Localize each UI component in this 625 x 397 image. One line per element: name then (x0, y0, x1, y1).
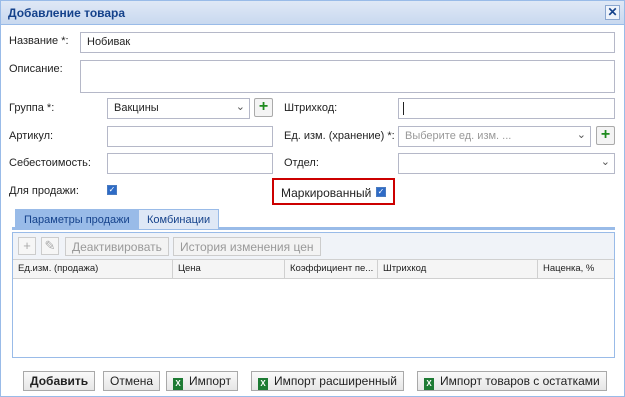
group-label: Группа *: (9, 102, 55, 114)
sale-params-panel: + ✎ Деактивировать История изменения цен… (12, 232, 615, 358)
excel-icon: X (424, 378, 434, 390)
for-sale-checkbox[interactable]: ✓ (107, 185, 117, 195)
import-extended-button[interactable]: X Импорт расширенный (251, 371, 404, 391)
excel-icon: X (173, 378, 183, 390)
unit-select[interactable]: Выберите ед. изм. ... ⌄ (398, 126, 591, 147)
unit-placeholder: Выберите ед. изм. ... (405, 130, 512, 142)
deactivate-button[interactable]: Деактивировать (65, 237, 169, 256)
group-select[interactable]: Вакцины ⌄ (107, 98, 250, 119)
for-sale-label: Для продажи: (9, 185, 79, 197)
name-value: Нобивак (87, 36, 131, 48)
column-header[interactable]: Наценка, % (538, 260, 614, 278)
column-header[interactable]: Штрихкод (378, 260, 538, 278)
cost-label: Себестоимость: (9, 157, 91, 169)
chevron-down-icon: ⌄ (576, 129, 586, 141)
price-history-button[interactable]: История изменения цен (173, 237, 321, 256)
dialog-titlebar: Добавление товара ✕ (1, 1, 624, 25)
add-icon[interactable]: + (18, 237, 36, 255)
import-label: Импорт (189, 374, 231, 388)
excel-icon: X (258, 378, 268, 390)
tab-bar: Параметры продажи Комбинации (12, 209, 615, 230)
barcode-input[interactable] (398, 98, 615, 119)
description-label: Описание: (9, 63, 63, 75)
dialog-title: Добавление товара (8, 6, 126, 20)
name-label: Название *: (9, 35, 69, 47)
grid-toolbar: + ✎ Деактивировать История изменения цен (13, 233, 614, 260)
text-cursor (403, 102, 404, 115)
column-header[interactable]: Цена (173, 260, 285, 278)
add-unit-button[interactable]: + (596, 126, 615, 145)
add-button[interactable]: Добавить (23, 371, 96, 391)
close-icon[interactable]: ✕ (605, 5, 620, 20)
import-extended-label: Импорт расширенный (274, 374, 397, 388)
cost-input[interactable] (107, 153, 273, 174)
column-header[interactable]: Ед.изм. (продажа) (13, 260, 173, 278)
description-textarea[interactable] (80, 60, 615, 93)
import-stock-button[interactable]: X Импорт товаров с остатками (417, 371, 607, 391)
add-group-button[interactable]: + (254, 98, 273, 117)
add-product-dialog: Добавление товара ✕ Название *: Нобивак … (0, 0, 625, 397)
tab-combinations[interactable]: Комбинации (138, 209, 220, 229)
barcode-label: Штрихкод: (284, 102, 338, 114)
department-label: Отдел: (284, 157, 319, 169)
marked-checkbox[interactable]: ✓ (376, 187, 386, 197)
group-value: Вакцины (114, 102, 159, 114)
marked-label: Маркированный (281, 186, 372, 200)
grid-header: Ед.изм. (продажа) Цена Коэффициент пе...… (13, 260, 614, 279)
name-input[interactable]: Нобивак (80, 32, 615, 53)
column-header[interactable]: Коэффициент пе... (285, 260, 378, 278)
import-button[interactable]: X Импорт (166, 371, 238, 391)
chevron-down-icon: ⌄ (235, 101, 245, 113)
edit-icon[interactable]: ✎ (41, 237, 59, 255)
dialog-footer: Добавить Отмена X Импорт X Импорт расширен… (1, 363, 624, 396)
chevron-down-icon: ⌄ (600, 156, 610, 168)
import-stock-label: Импорт товаров с остатками (440, 374, 600, 388)
article-label: Артикул: (9, 130, 54, 142)
tab-sale-params[interactable]: Параметры продажи (15, 209, 139, 229)
unit-label: Ед. изм. (хранение) *: (284, 130, 395, 142)
department-select[interactable]: ⌄ (398, 153, 615, 174)
article-input[interactable] (107, 126, 273, 147)
cancel-button[interactable]: Отмена (103, 371, 161, 391)
